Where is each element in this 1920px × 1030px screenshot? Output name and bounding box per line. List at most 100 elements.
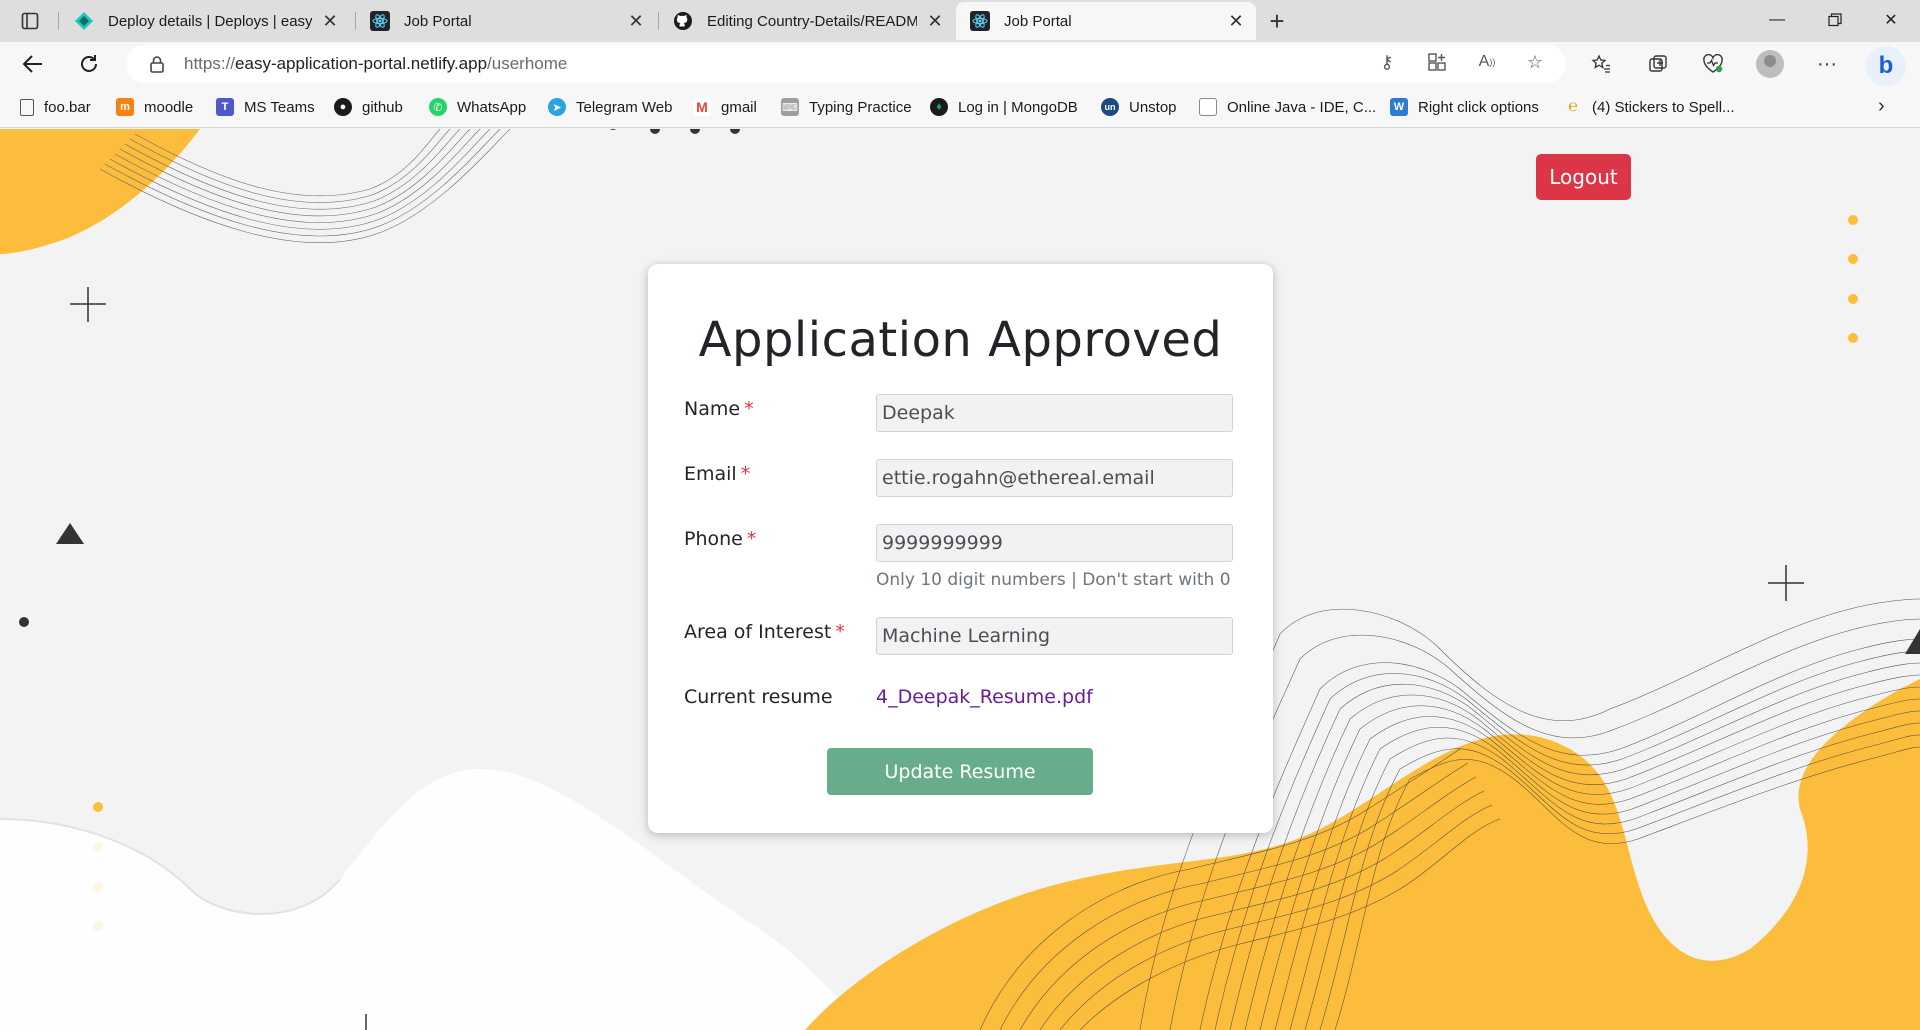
url-path: /userhome (487, 54, 568, 73)
interest-label-text: Area of Interest (684, 621, 832, 643)
bookmark-ms-teams[interactable]: T MS Teams (216, 95, 315, 119)
favorite-star-icon[interactable]: ☆ (1522, 49, 1548, 75)
close-icon[interactable]: ✕ (1226, 11, 1246, 31)
whatsapp-icon: ✆ (429, 98, 447, 116)
phone-hint: Only 10 digit numbers | Don't start with… (876, 570, 1231, 590)
chevron-right-icon[interactable]: › (1878, 95, 1885, 118)
url-scheme: https:// (184, 54, 236, 73)
bookmark-label: github (362, 98, 403, 116)
bookmark-label: WhatsApp (457, 98, 527, 116)
bookmark-github[interactable]: ● github (334, 95, 403, 119)
bookmark-label: gmail (721, 98, 757, 116)
java-icon (1199, 98, 1217, 116)
bookmark-unstop[interactable]: un Unstop (1101, 95, 1177, 119)
bookmark-label: foo.bar (44, 98, 91, 116)
sticker-icon: ℮ (1568, 98, 1578, 115)
new-tab-button[interactable]: + (1262, 6, 1292, 36)
tab-editing-readme[interactable]: Editing Country-Details/README ✕ (659, 2, 955, 40)
bookmark-moodle[interactable]: m moodle (116, 95, 193, 119)
resume-label: Current resume (684, 686, 833, 708)
bookmark-label: Online Java - IDE, C... (1227, 98, 1377, 116)
back-icon[interactable] (16, 48, 50, 80)
phone-field[interactable]: 9999999999 (876, 524, 1233, 562)
bookmark-online-java[interactable]: Online Java - IDE, C... (1199, 95, 1376, 119)
tab-actions-icon[interactable] (14, 8, 46, 34)
lock-icon[interactable] (146, 53, 168, 75)
browser-essentials-icon[interactable] (1698, 50, 1728, 78)
name-label-text: Name (684, 398, 741, 420)
url-text: https://easy-application-portal.netlify.… (184, 54, 567, 74)
email-label: Email * (684, 463, 750, 485)
phone-label: Phone * (684, 528, 756, 550)
email-label-text: Email (684, 463, 737, 485)
tab-job-portal[interactable]: Job Portal ✕ (356, 2, 656, 40)
netlify-icon (74, 11, 94, 31)
interest-field[interactable]: Machine Learning (876, 617, 1233, 655)
bookmark-label: (4) Stickers to Spell... (1592, 98, 1735, 116)
tab-job-portal-active[interactable]: Job Portal ✕ (956, 2, 1256, 40)
bookmark-label: moodle (144, 98, 194, 116)
window-close-icon[interactable]: ✕ (1862, 0, 1920, 40)
collections-icon[interactable] (1643, 50, 1673, 78)
application-card: Application Approved Name * Deepak Email *… (648, 264, 1273, 833)
bookmark-label: Typing Practice (809, 98, 912, 116)
page-title: Application Approved (698, 312, 1223, 368)
bookmark-label: Telegram Web (576, 98, 673, 116)
bookmark-telegram[interactable]: ➤ Telegram Web (548, 95, 672, 119)
app-available-icon[interactable] (1424, 49, 1450, 75)
page-content: Logout Application Approved Name * Deepak… (0, 129, 1920, 1030)
email-field[interactable]: ettie.rogahn@ethereal.email (876, 459, 1233, 497)
tab-separator (58, 12, 59, 30)
mongodb-icon: ♦ (930, 98, 948, 116)
tab-strip: Deploy details | Deploys | easy-ap ✕ Job… (0, 0, 1920, 42)
bookmark-mongodb[interactable]: ♦ Log in | MongoDB (930, 95, 1078, 119)
read-aloud-icon[interactable]: A)) (1474, 49, 1500, 75)
tab-title: Deploy details | Deploys | easy-ap (108, 12, 312, 30)
bookmark-label: Right click options (1418, 98, 1539, 116)
bookmark-stickers[interactable]: ℮ (4) Stickers to Spell... (1564, 95, 1735, 119)
phone-label-text: Phone (684, 528, 743, 550)
close-icon[interactable]: ✕ (320, 11, 340, 31)
favorites-icon[interactable] (1586, 50, 1616, 78)
close-icon[interactable]: ✕ (626, 11, 646, 31)
tab-title: Job Portal (404, 12, 472, 30)
more-options-icon[interactable]: ··· (1812, 50, 1842, 78)
logout-button[interactable]: Logout (1536, 154, 1631, 200)
tab-title: Editing Country-Details/README (707, 12, 917, 30)
key-icon[interactable]: ⚷ (1374, 49, 1400, 75)
telegram-icon: ➤ (548, 98, 566, 116)
document-icon (20, 98, 34, 116)
gmail-icon: M (693, 98, 711, 116)
bookmark-foo-bar[interactable]: foo.bar (20, 95, 91, 119)
required-marker: * (744, 398, 754, 420)
bookmark-right-click-options[interactable]: W Right click options (1390, 95, 1539, 119)
bookmark-gmail[interactable]: M gmail (693, 95, 757, 119)
interest-label: Area of Interest * (684, 621, 845, 643)
bing-copilot-icon[interactable]: b (1866, 46, 1906, 86)
bookmark-typing-practice[interactable]: ⌨ Typing Practice (781, 95, 912, 119)
required-marker: * (746, 528, 757, 550)
restore-icon[interactable] (1806, 0, 1864, 40)
refresh-icon[interactable] (72, 48, 106, 80)
bookmark-label: Log in | MongoDB (958, 98, 1078, 116)
resume-link[interactable]: 4_Deepak_Resume.pdf (876, 686, 1093, 708)
update-resume-button[interactable]: Update Resume (827, 748, 1093, 795)
navigation-bar: https://easy-application-portal.netlify.… (0, 42, 1920, 86)
teams-icon: T (216, 98, 234, 116)
react-icon (970, 11, 990, 31)
close-icon[interactable]: ✕ (925, 11, 945, 31)
minimize-icon[interactable]: — (1748, 0, 1806, 40)
address-bar[interactable]: https://easy-application-portal.netlify.… (126, 45, 1566, 83)
moodle-icon: m (116, 98, 134, 116)
bookmark-label: MS Teams (244, 98, 315, 116)
name-field[interactable]: Deepak (876, 394, 1233, 432)
profile-avatar[interactable] (1756, 50, 1784, 78)
name-label: Name * (684, 398, 754, 420)
github-icon: ● (334, 98, 352, 116)
react-icon (370, 11, 390, 31)
url-host: easy-application-portal.netlify.app (235, 54, 488, 73)
typing-icon: ⌨ (781, 98, 799, 116)
tab-deploy-details[interactable]: Deploy details | Deploys | easy-ap ✕ (60, 2, 350, 40)
required-marker: * (835, 621, 845, 643)
bookmark-whatsapp[interactable]: ✆ WhatsApp (429, 95, 526, 119)
